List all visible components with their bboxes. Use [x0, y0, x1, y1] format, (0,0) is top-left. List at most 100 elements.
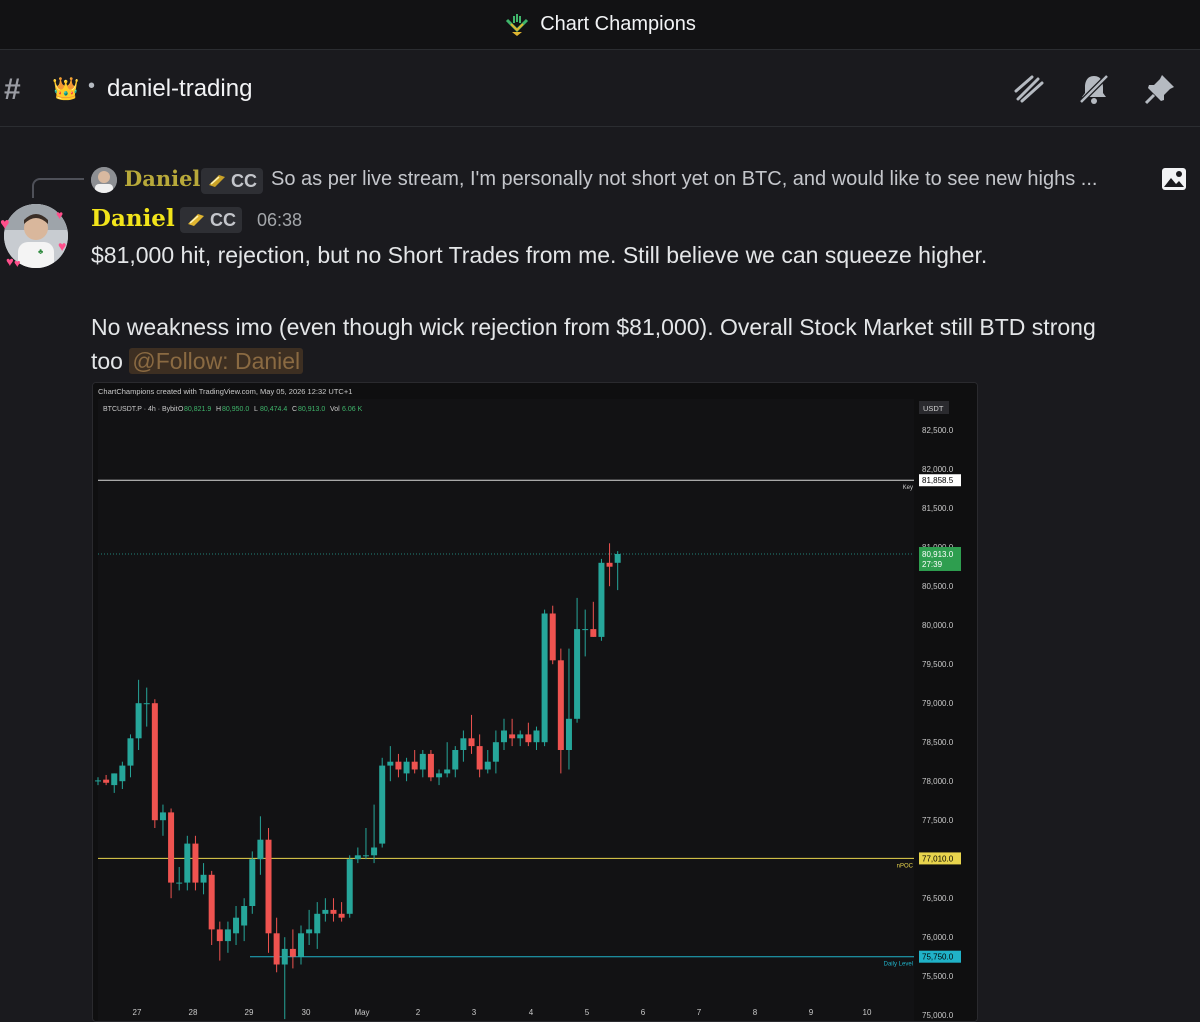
candle-body — [119, 765, 126, 782]
candle-body — [379, 765, 386, 844]
level-price-label: 75,750.0 — [922, 953, 954, 962]
candle-body — [549, 613, 556, 661]
chart-image-attachment[interactable]: ChartChampions created with TradingView.… — [92, 382, 978, 1022]
y-tick-label: 80,500.0 — [922, 582, 954, 591]
plot-area — [98, 399, 914, 1021]
reply-tag-text: CC — [231, 170, 257, 191]
candle-body — [265, 839, 272, 934]
user-mention[interactable]: @Follow: Daniel — [129, 348, 304, 374]
candle-body — [484, 761, 491, 770]
candle-body — [298, 933, 304, 957]
level-name: nPOC — [897, 863, 914, 869]
candle-body — [200, 874, 207, 883]
y-tick-label: 79,000.0 — [922, 699, 954, 708]
candle-body — [574, 629, 581, 719]
message-text-line: too @Follow: Daniel — [91, 348, 304, 375]
x-tick-label: 30 — [302, 1008, 311, 1017]
reply-role-tag[interactable]: CC — [201, 168, 263, 194]
candle-body — [281, 948, 288, 965]
y-tick-label: 78,500.0 — [922, 738, 954, 747]
message-timestamp[interactable]: 06:38 — [257, 210, 302, 231]
candle-body — [273, 933, 280, 965]
candle-body — [598, 562, 605, 637]
y-tick-label: 77,500.0 — [922, 816, 954, 825]
symbol-label: BTCUSDT.P · 4h · Bybit — [103, 406, 178, 413]
x-tick-label: 10 — [863, 1008, 872, 1017]
candle-body — [330, 909, 337, 914]
candle-body — [216, 929, 223, 942]
candle-body — [176, 882, 183, 884]
level-name: Key — [903, 485, 913, 491]
message-text-line: $81,000 hit, rejection, but no Short Tra… — [91, 242, 988, 268]
channel-separator: • — [88, 75, 96, 97]
candle-body — [208, 874, 215, 930]
candle-body — [346, 859, 353, 914]
high-label: H — [216, 406, 221, 413]
candle-body — [395, 761, 402, 770]
candle-body — [362, 855, 369, 857]
candle-body — [476, 746, 483, 770]
volume-value: 6.06 K — [342, 406, 363, 413]
message-author[interactable]: Daniel — [91, 205, 175, 232]
level-name: Daily Level — [884, 962, 913, 968]
candle-body — [492, 742, 499, 762]
candle-body — [501, 730, 507, 743]
candle-body — [168, 812, 175, 883]
candle-body — [241, 906, 248, 926]
candle-body — [322, 909, 329, 914]
server-title[interactable]: Chart Champions — [504, 13, 696, 36]
candle-body — [233, 917, 240, 934]
candle-body — [314, 913, 321, 934]
candle-body — [614, 553, 621, 563]
crown-icon: 👑 — [52, 76, 80, 101]
candle-body — [224, 929, 231, 942]
candle-body — [338, 913, 345, 918]
candle-body — [289, 948, 296, 957]
y-tick-label: 79,500.0 — [922, 660, 954, 669]
candle-body — [192, 843, 199, 883]
chart-champions-logo-icon — [506, 13, 529, 36]
y-tick-label: 81,500.0 — [922, 504, 954, 513]
reply-preview-text[interactable]: So as per live stream, I'm personally no… — [271, 168, 1097, 191]
threads-icon[interactable] — [1012, 71, 1048, 107]
candle-body — [460, 738, 467, 750]
candle-body — [444, 769, 451, 774]
reply-author[interactable]: Daniel — [124, 166, 200, 191]
high-value: 80,950.0 — [222, 406, 249, 413]
candle-body — [95, 780, 101, 782]
image-attachment-icon[interactable] — [1160, 165, 1188, 193]
candle-body — [127, 738, 134, 766]
candle-body — [419, 753, 426, 770]
chart-credit: ChartChampions created with TradingView.… — [98, 387, 352, 396]
reply-connector — [32, 178, 84, 198]
candle-body — [135, 703, 142, 739]
candle-body — [541, 613, 548, 743]
reply-avatar[interactable] — [91, 167, 117, 193]
volume-label: Vol — [330, 406, 340, 413]
message-role-tag[interactable]: CC — [180, 207, 242, 233]
candle-body — [387, 761, 394, 766]
open-value: 80,821.9 — [184, 406, 211, 413]
candle-body — [452, 750, 459, 770]
candle-body — [103, 779, 110, 783]
cc-badge-icon — [209, 175, 225, 187]
server-name: Chart Champions — [540, 13, 696, 35]
candle-body — [517, 734, 524, 739]
y-tick-label: 80,000.0 — [922, 621, 954, 630]
channel-header: # 👑 • daniel-trading — [0, 51, 1200, 127]
close-value: 80,913.0 — [298, 406, 325, 413]
pin-icon[interactable] — [1142, 71, 1178, 107]
y-tick-label: 75,000.0 — [922, 1011, 954, 1020]
y-tick-label: 76,000.0 — [922, 933, 954, 942]
candle-body — [606, 562, 613, 567]
channel-name[interactable]: daniel-trading — [107, 75, 252, 103]
text-channel-icon: # — [4, 73, 21, 106]
notifications-muted-icon[interactable] — [1076, 71, 1112, 107]
candle-body — [354, 855, 361, 860]
candle-body — [184, 843, 191, 883]
candle-body — [582, 629, 589, 631]
x-tick-label: 3 — [472, 1008, 477, 1017]
candle-body — [111, 773, 118, 786]
x-tick-label: 9 — [809, 1008, 814, 1017]
low-label: L — [254, 406, 258, 413]
